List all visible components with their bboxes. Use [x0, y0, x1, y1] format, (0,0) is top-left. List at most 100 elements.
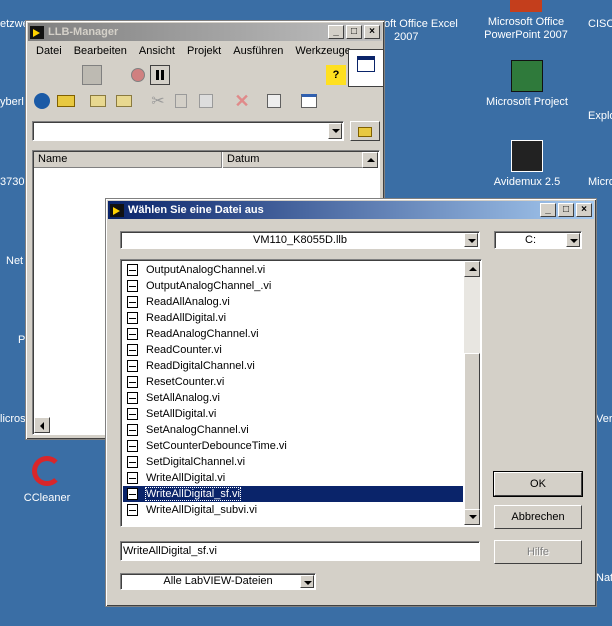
filename-input[interactable]: WriteAllDigital_sf.vi — [120, 541, 480, 561]
close-button[interactable]: × — [576, 203, 592, 217]
file-listbox[interactable]: OutputAnalogChannel.vi OutputAnalogChanne… — [120, 259, 482, 527]
ok-button[interactable]: OK — [493, 471, 583, 497]
file-list-item[interactable]: OutputAnalogChannel_.vi — [123, 278, 463, 294]
scroll-up-button[interactable] — [464, 261, 480, 277]
file-list-item[interactable]: ReadAllDigital.vi — [123, 310, 463, 326]
maximize-button[interactable]: □ — [558, 203, 574, 217]
file-list-item[interactable]: WriteAllDigital.vi — [123, 470, 463, 486]
file-list-item[interactable]: ReadAllAnalog.vi — [123, 294, 463, 310]
file-name: WriteAllDigital_sf.vi — [145, 487, 241, 501]
menu-bearbeiten[interactable]: Bearbeiten — [74, 45, 127, 57]
menu-projekt[interactable]: Projekt — [187, 45, 221, 57]
file-list-item[interactable]: ReadCounter.vi — [123, 342, 463, 358]
scroll-thumb[interactable] — [464, 353, 480, 511]
close-button[interactable]: × — [364, 25, 380, 39]
ccleaner-icon — [32, 456, 62, 486]
menu-datei[interactable]: Datei — [36, 45, 62, 57]
paste-icon[interactable] — [196, 91, 216, 111]
drive-select[interactable]: C: — [494, 231, 582, 249]
help-button[interactable]: Hilfe — [494, 540, 582, 564]
file-list-item[interactable]: SetAllAnalog.vi — [123, 390, 463, 406]
help-icon[interactable]: ? — [326, 65, 346, 85]
file-list-item[interactable]: OutputAnalogChannel.vi — [123, 262, 463, 278]
vi-file-icon — [127, 440, 138, 452]
vi-file-icon — [127, 408, 138, 420]
back-icon[interactable] — [32, 91, 52, 111]
filetype-select[interactable]: Alle LabVIEW-Dateien — [120, 573, 316, 590]
path-combobox[interactable] — [32, 121, 344, 141]
pause-icon[interactable] — [150, 65, 170, 85]
desktop-label-partial: yberl — [0, 96, 24, 108]
vi-file-icon — [127, 424, 138, 436]
chevron-down-icon[interactable] — [328, 123, 342, 139]
minimize-button[interactable]: _ — [328, 25, 344, 39]
delete-icon[interactable]: ✕ — [232, 91, 252, 111]
vi-file-icon — [127, 472, 138, 484]
desktop-label-partial: 3730 — [0, 176, 25, 188]
column-header-name[interactable]: Name — [34, 152, 222, 168]
vi-icon — [357, 56, 375, 72]
library-select[interactable]: VM110_K8055D.llb — [120, 231, 480, 249]
run-arrow-icon[interactable] — [82, 65, 102, 85]
file-list-item[interactable]: ResetCounter.vi — [123, 374, 463, 390]
file-name: ReadCounter.vi — [146, 344, 222, 356]
file-name: WriteAllDigital_subvi.vi — [146, 504, 258, 516]
file-name: WriteAllDigital.vi — [146, 472, 226, 484]
scroll-left-button[interactable] — [34, 417, 50, 433]
desktop-icon-project[interactable]: Microsoft Project — [482, 60, 572, 109]
abort-icon[interactable] — [128, 65, 148, 85]
copy-icon[interactable] — [172, 91, 192, 111]
open-folder-icon[interactable] — [56, 91, 76, 111]
vi-file-icon — [127, 456, 138, 468]
file-list-item[interactable]: SetAnalogChannel.vi — [123, 422, 463, 438]
file-name: SetAllAnalog.vi — [146, 392, 220, 404]
scroll-up-button[interactable] — [362, 152, 378, 168]
file-name: ResetCounter.vi — [146, 376, 225, 388]
desktop-icon-label: Microsoft Project — [486, 96, 568, 108]
menu-werkzeuge[interactable]: Werkzeuge — [295, 45, 350, 57]
new-vi-icon[interactable] — [88, 91, 108, 111]
chevron-down-icon[interactable] — [300, 575, 314, 588]
desktop-icon-avidemux[interactable]: Avidemux 2.5 — [484, 140, 570, 189]
vi-file-icon — [127, 264, 138, 276]
desktop-label-partial: 2007 — [394, 31, 419, 43]
file-list-item[interactable]: SetDigitalChannel.vi — [123, 454, 463, 470]
maximize-button[interactable]: □ — [346, 25, 362, 39]
desktop-icon-powerpoint[interactable]: Microsoft Office PowerPoint 2007 — [480, 0, 572, 42]
desktop-icon-label: Microsoft Office PowerPoint 2007 — [484, 16, 568, 41]
labview-icon — [30, 25, 44, 39]
file-name: SetDigitalChannel.vi — [146, 456, 246, 468]
file-name: ReadAnalogChannel.vi — [146, 328, 259, 340]
file-list-item[interactable]: ReadAnalogChannel.vi — [123, 326, 463, 342]
chevron-down-icon[interactable] — [464, 233, 478, 247]
scroll-down-button[interactable] — [464, 509, 480, 525]
menu-ausfuehren[interactable]: Ausführen — [233, 45, 283, 57]
file-dialog[interactable]: Wählen Sie eine Datei aus _ □ × VM110_K8… — [105, 198, 597, 607]
desktop-icon-label: Avidemux 2.5 — [493, 176, 561, 188]
vi-icon-panel — [348, 49, 384, 87]
file-list-item[interactable]: WriteAllDigital_sf.vi — [123, 486, 463, 502]
cut-icon[interactable]: ✂ — [148, 91, 168, 111]
properties-icon[interactable] — [264, 91, 284, 111]
list-view-icon[interactable] — [298, 91, 318, 111]
file-list-item[interactable]: SetCounterDebounceTime.vi — [123, 438, 463, 454]
file-list-item[interactable]: SetAllDigital.vi — [123, 406, 463, 422]
chevron-down-icon[interactable] — [566, 233, 580, 247]
desktop-label-partial: Micro — [588, 176, 612, 188]
file-name: SetAllDigital.vi — [146, 408, 217, 420]
menu-ansicht[interactable]: Ansicht — [139, 45, 175, 57]
new-library-icon[interactable] — [114, 91, 134, 111]
powerpoint-icon — [510, 0, 542, 12]
file-name: SetAnalogChannel.vi — [146, 424, 249, 436]
minimize-button[interactable]: _ — [540, 203, 556, 217]
vi-file-icon — [127, 296, 138, 308]
file-list-scrollbar[interactable] — [464, 261, 480, 525]
desktop-icon-ccleaner[interactable]: CCleaner — [12, 456, 82, 505]
column-header-datum[interactable]: Datum — [223, 152, 363, 168]
file-list-item[interactable]: WriteAllDigital_subvi.vi — [123, 502, 463, 518]
llb-manager-titlebar[interactable]: LLB-Manager _ □ × — [28, 23, 382, 41]
file-list-item[interactable]: ReadDigitalChannel.vi — [123, 358, 463, 374]
dialog-titlebar[interactable]: Wählen Sie eine Datei aus _ □ × — [108, 201, 594, 219]
browse-folder-button[interactable] — [350, 121, 380, 141]
cancel-button[interactable]: Abbrechen — [494, 505, 582, 529]
